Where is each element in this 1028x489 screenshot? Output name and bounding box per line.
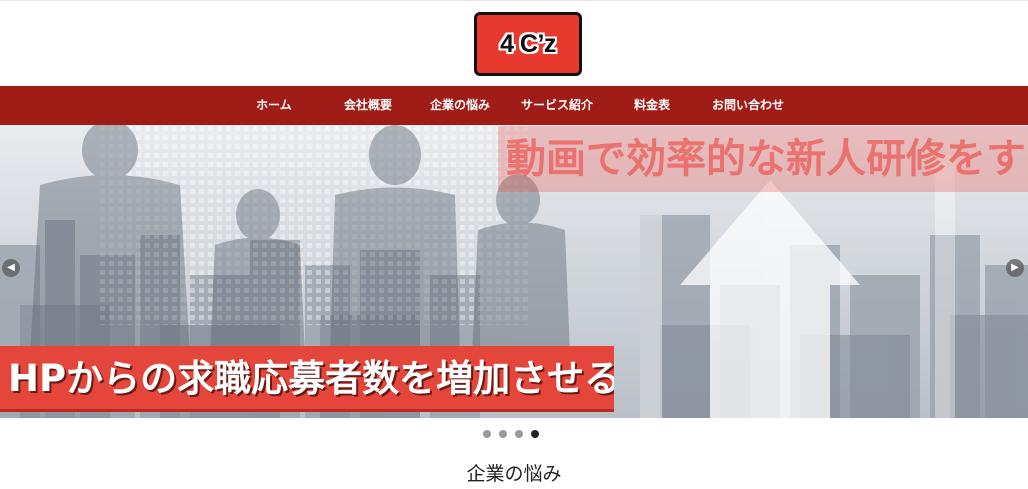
- nav-item-services[interactable]: サービス紹介: [514, 86, 600, 125]
- slider-pagination: [483, 430, 539, 440]
- section-title: 企業の悩み: [466, 463, 562, 485]
- nav-item-problems[interactable]: 企業の悩み: [424, 86, 496, 125]
- chevron-right-icon: ▶: [1011, 262, 1019, 273]
- hero-caption-secondary: 動画で効率的な新人研修をする！: [498, 126, 1028, 192]
- nav-item-contact[interactable]: お問い合わせ: [704, 86, 792, 125]
- nav-item-home[interactable]: ホーム: [245, 86, 303, 125]
- slider-prev-button[interactable]: ◀: [2, 259, 20, 277]
- nav-item-company[interactable]: 会社概要: [336, 86, 400, 125]
- nav-item-pricing[interactable]: 料金表: [626, 86, 678, 125]
- slider-dot[interactable]: [483, 430, 491, 438]
- hero-slider[interactable]: 動画で効率的な新人研修をする！ HPからの求職応募者数を増加させる ◀ ▶: [0, 125, 1028, 418]
- slider-dot-active[interactable]: [531, 430, 539, 438]
- chevron-left-icon: ◀: [7, 262, 15, 273]
- logo-text: 4 C’z: [500, 29, 556, 58]
- slider-dot[interactable]: [515, 430, 523, 438]
- site-header: 4 C’z: [0, 0, 1028, 86]
- site-logo[interactable]: 4 C’z: [474, 12, 582, 76]
- main-navigation: ホーム 会社概要 企業の悩み サービス紹介 料金表 お問い合わせ: [0, 86, 1028, 125]
- hero-caption-main: HPからの求職応募者数を増加させる: [0, 346, 614, 412]
- slider-next-button[interactable]: ▶: [1006, 259, 1024, 277]
- slider-dot[interactable]: [499, 430, 507, 438]
